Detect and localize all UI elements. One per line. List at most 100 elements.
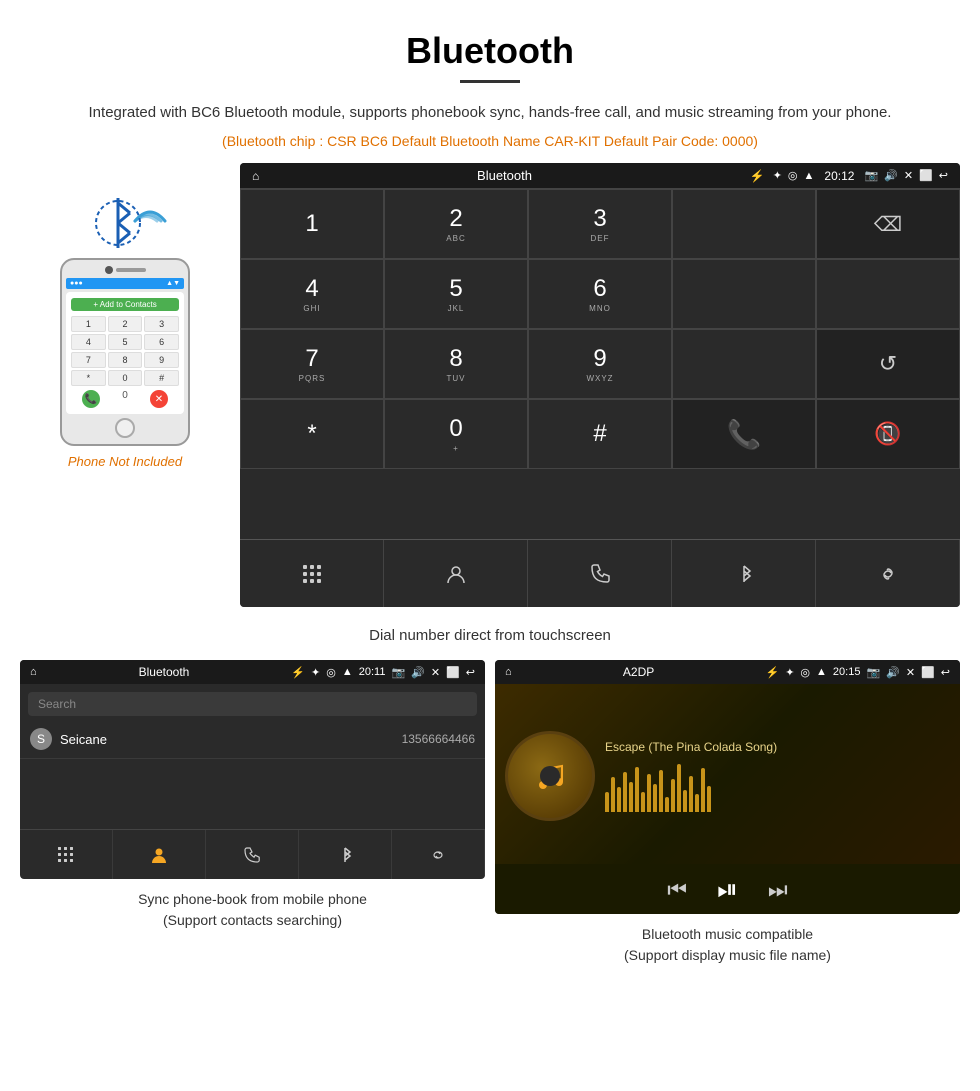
pb-keypad-btn[interactable] <box>20 830 113 879</box>
phone-key-1: 1 <box>71 316 106 332</box>
dial-key-1[interactable]: 1 <box>240 189 384 259</box>
toolbar-phone[interactable] <box>528 540 672 607</box>
phone-status-icons: ▲▼ <box>166 280 180 287</box>
music-song-title: Escape (The Pina Colada Song) <box>605 740 950 754</box>
back-icon: ↩ <box>939 169 948 182</box>
window-icon: ⬜ <box>919 169 933 182</box>
phone-bottom-row: 📞 0 ✕ <box>71 390 179 408</box>
location-icon: ◎ <box>788 169 798 182</box>
music-sig-icon: ▲ <box>816 666 827 678</box>
dial-key-9[interactable]: 9 WXYZ <box>528 329 672 399</box>
usb-icon: ⚡ <box>750 169 765 183</box>
dial-key-6[interactable]: 6 MNO <box>528 259 672 329</box>
viz-bar-4 <box>623 772 627 812</box>
dial-key-star[interactable]: * <box>240 399 384 469</box>
bluetooth-icon <box>733 563 755 585</box>
dial-key-4[interactable]: 4 GHI <box>240 259 384 329</box>
pb-contact-name: Seicane <box>60 732 402 747</box>
subtitle-text: Integrated with BC6 Bluetooth module, su… <box>0 101 980 131</box>
viz-bar-15 <box>689 776 693 812</box>
music-vol-icon: 🔊 <box>886 666 900 679</box>
music-back-icon: ↩ <box>941 666 950 679</box>
phone-icon <box>589 563 611 585</box>
music-screen: ⌂ A2DP ⚡ ✦ ◎ ▲ 20:15 📷 🔊 ✕ ⬜ ↩ <box>495 660 960 914</box>
contacts-icon <box>445 563 467 585</box>
pb-contact-letter: S <box>30 728 52 750</box>
phone-key-3: 3 <box>144 316 179 332</box>
toolbar-bluetooth[interactable] <box>672 540 816 607</box>
music-caption-line2: (Support display music file name) <box>624 947 831 963</box>
toolbar-contacts[interactable] <box>384 540 528 607</box>
pb-link-icon <box>429 846 447 864</box>
dialer-toolbar <box>240 539 960 607</box>
viz-bar-11 <box>665 797 669 812</box>
viz-bar-8 <box>647 774 651 812</box>
pb-home-icon: ⌂ <box>30 666 37 678</box>
dial-redial[interactable]: ↺ <box>816 329 960 399</box>
dial-call-green[interactable]: 📞 <box>672 399 816 469</box>
phonebook-caption-line1: Sync phone-book from mobile phone <box>138 891 367 907</box>
viz-bar-3 <box>617 787 621 812</box>
toolbar-link[interactable] <box>816 540 960 607</box>
pb-link-btn[interactable] <box>392 830 485 879</box>
link-icon <box>877 563 899 585</box>
dial-empty-4 <box>672 329 816 399</box>
viz-bar-7 <box>641 792 645 812</box>
phonebook-caption-line2: (Support contacts searching) <box>163 912 342 928</box>
music-play-pause-button[interactable]: ⏯ <box>717 874 738 906</box>
viz-bar-9 <box>653 784 657 812</box>
phone-key-0: 0 <box>108 370 143 386</box>
pb-phone-icon <box>243 846 261 864</box>
dial-key-2[interactable]: 2 ABC <box>384 189 528 259</box>
phone-key-4: 4 <box>71 334 106 350</box>
dial-key-8[interactable]: 8 TUV <box>384 329 528 399</box>
dial-key-5[interactable]: 5 JKL <box>384 259 528 329</box>
dial-key-hash[interactable]: # <box>528 399 672 469</box>
phone-top-bar <box>66 266 184 274</box>
phone-mockup: ●●● ▲▼ + Add to Contacts 1 2 3 4 5 6 7 8… <box>60 258 190 446</box>
music-controls: ⏮ ⏯ ⏭ <box>495 864 960 914</box>
music-win-icon: ⬜ <box>921 666 935 679</box>
volume-icon: 🔊 <box>884 169 898 182</box>
pb-x-icon: ✕ <box>431 666 440 679</box>
music-note-icon <box>531 757 569 795</box>
phone-key-7: 7 <box>71 352 106 368</box>
dial-key-0[interactable]: 0 + <box>384 399 528 469</box>
pb-contacts-btn[interactable] <box>113 830 206 879</box>
toolbar-keypad[interactable] <box>240 540 384 607</box>
car-dialer-screen: ⌂ Bluetooth ⚡ ✦ ◎ ▲ 20:12 📷 🔊 ✕ ⬜ ↩ 1 <box>240 163 960 607</box>
music-equalizer <box>605 762 950 812</box>
phone-key-8: 8 <box>108 352 143 368</box>
phone-key-9: 9 <box>144 352 179 368</box>
phone-not-included-label: Phone Not Included <box>68 454 182 469</box>
music-caption-line1: Bluetooth music compatible <box>642 926 813 942</box>
phone-zero: 0 <box>122 390 128 408</box>
dial-call-red[interactable]: 📵 <box>816 399 960 469</box>
phonebook-card: ⌂ Bluetooth ⚡ ✦ ◎ ▲ 20:11 📷 🔊 ✕ ⬜ ↩ Sear… <box>20 660 485 966</box>
title-divider <box>460 80 520 83</box>
pb-phone-btn[interactable] <box>206 830 299 879</box>
pb-bluetooth-icon <box>336 846 354 864</box>
pb-toolbar <box>20 829 485 879</box>
music-usb-icon: ⚡ <box>766 666 780 679</box>
pb-title: Bluetooth <box>43 665 286 679</box>
close-icon: ✕ <box>904 169 913 182</box>
music-prev-button[interactable]: ⏮ <box>667 877 687 903</box>
phone-call-button: 📞 <box>82 390 100 408</box>
music-next-button[interactable]: ⏭ <box>768 877 788 903</box>
car-status-icons: ✦ ◎ ▲ 20:12 📷 🔊 ✕ ⬜ ↩ <box>773 169 948 183</box>
pb-bt-btn[interactable] <box>299 830 392 879</box>
phone-key-5: 5 <box>108 334 143 350</box>
dial-key-3[interactable]: 3 DEF <box>528 189 672 259</box>
dial-key-7[interactable]: 7 PQRS <box>240 329 384 399</box>
music-time: 20:15 <box>833 666 861 678</box>
pb-bt-icon: ✦ <box>311 666 320 679</box>
pb-loc-icon: ◎ <box>326 666 336 679</box>
home-icon: ⌂ <box>252 169 259 183</box>
phone-end-button: ✕ <box>150 390 168 408</box>
phone-screen: + Add to Contacts 1 2 3 4 5 6 7 8 9 * 0 … <box>66 292 184 414</box>
music-album-art <box>505 731 595 821</box>
dial-backspace[interactable]: ⌫ <box>816 189 960 259</box>
phone-key-hash: # <box>144 370 179 386</box>
bluetooth-status-icon: ✦ <box>773 169 782 182</box>
